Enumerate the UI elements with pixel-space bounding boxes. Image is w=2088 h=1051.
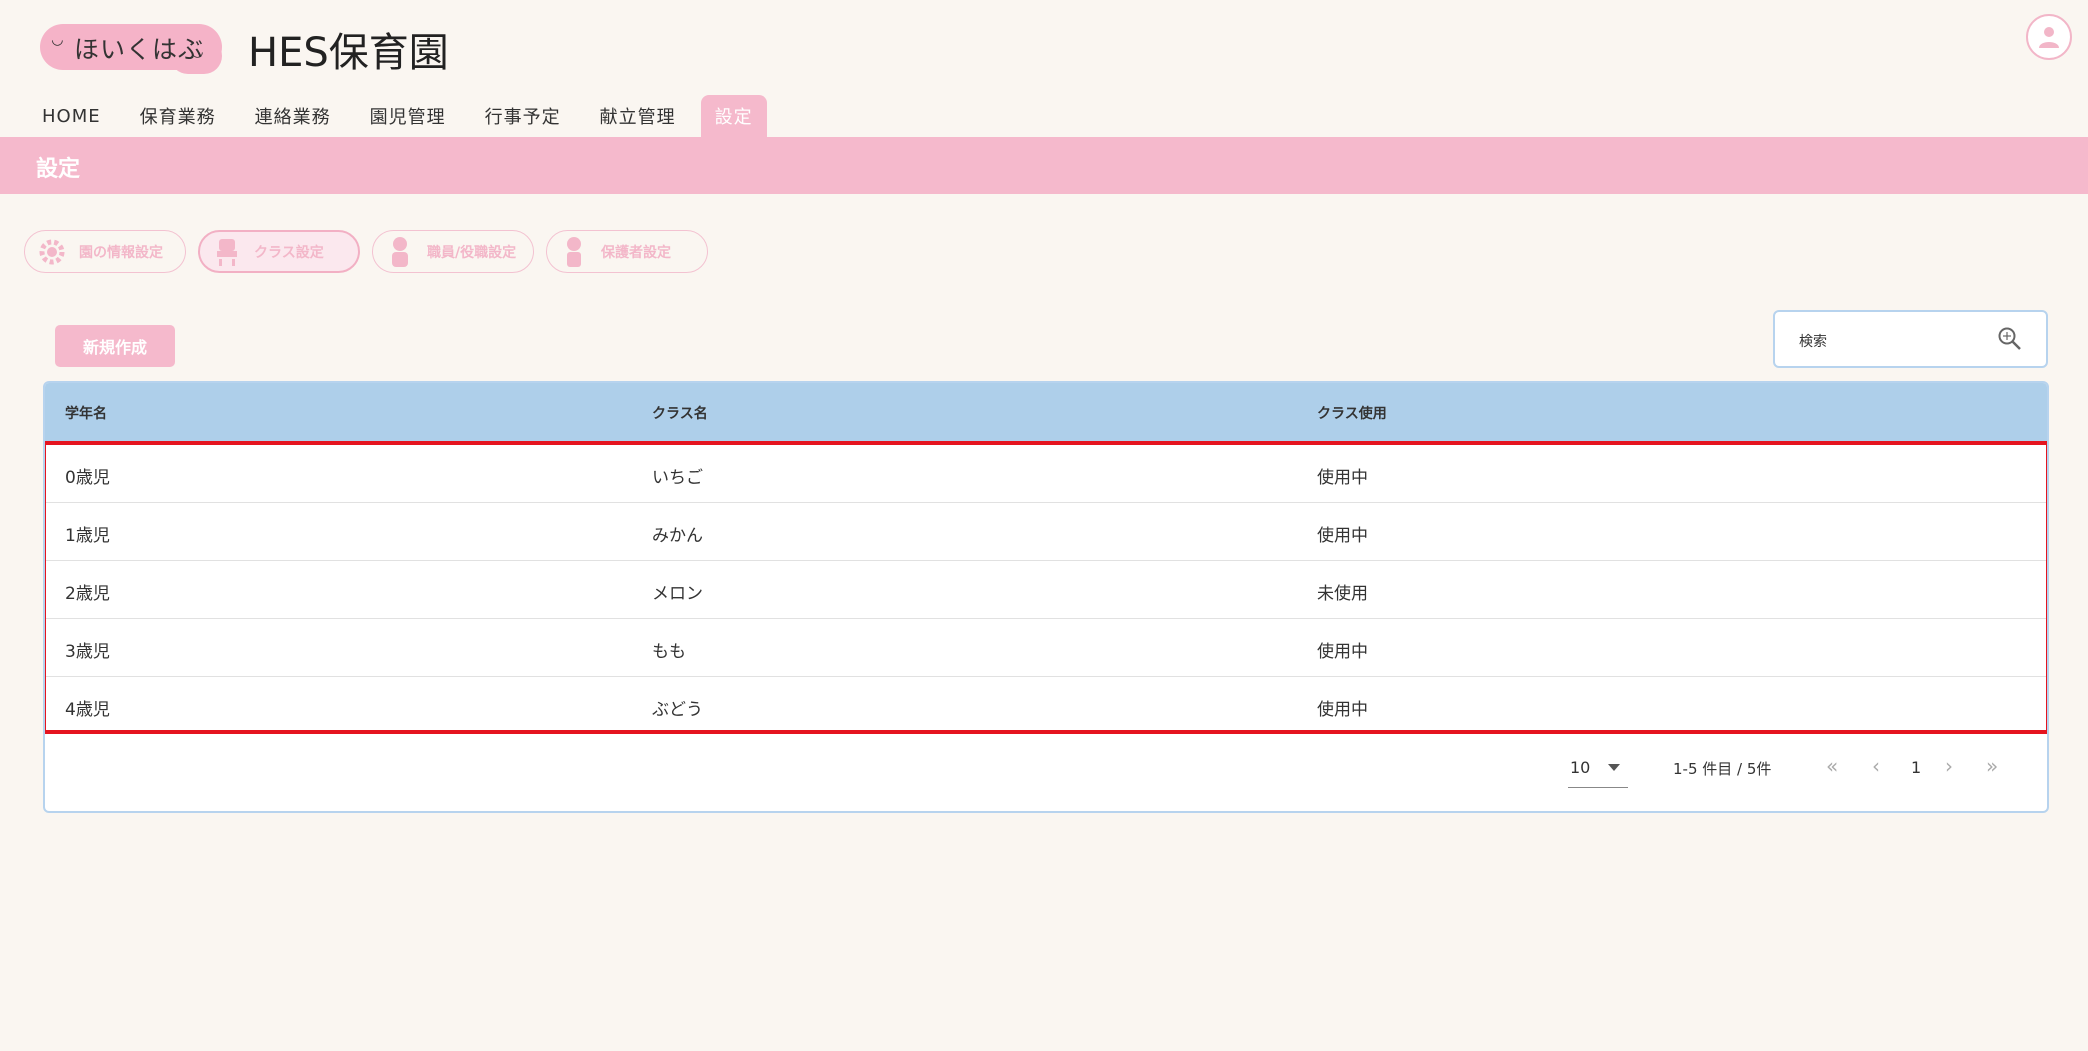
logo[interactable]: ◡ ほいくはぶ ◡ bbox=[40, 24, 222, 74]
nav-item-menu[interactable]: 献立管理 bbox=[586, 95, 690, 137]
column-header[interactable]: クラス使用 bbox=[1317, 403, 1387, 423]
user-icon bbox=[2039, 27, 2059, 48]
staff-icon bbox=[387, 236, 413, 267]
main-nav: HOME 保育業務 連絡業務 園児管理 行事予定 献立管理 設定 bbox=[28, 95, 778, 137]
page-range-text: 1-5 件目 / 5件 bbox=[1673, 760, 1772, 778]
grade-cell: 3歳児 bbox=[65, 642, 110, 662]
class-name-cell: みかん bbox=[652, 526, 703, 546]
table-row[interactable]: 4歳児 ぶどう 使用中 bbox=[46, 677, 2046, 735]
next-page-icon[interactable]: › bbox=[1945, 754, 1953, 778]
usage-cell: 使用中 bbox=[1317, 700, 1368, 720]
grade-cell: 0歳児 bbox=[65, 468, 110, 488]
table-row[interactable]: 3歳児 もも 使用中 bbox=[46, 619, 2046, 677]
table-header: 学年名 クラス名 クラス使用 bbox=[45, 383, 2047, 441]
tab-class[interactable]: クラス設定 bbox=[198, 230, 360, 273]
guardian-icon bbox=[561, 236, 587, 267]
tab-label: クラス設定 bbox=[254, 244, 324, 261]
current-page[interactable]: 1 bbox=[1911, 758, 1921, 777]
class-name-cell: メロン bbox=[652, 584, 703, 604]
search-placeholder: 検索 bbox=[1799, 334, 1827, 350]
usage-cell: 使用中 bbox=[1317, 642, 1368, 662]
app-header: ◡ ほいくはぶ ◡ HES保育園 bbox=[0, 0, 2088, 95]
search-icon[interactable] bbox=[1997, 326, 2023, 356]
page-title-bar: 設定 bbox=[0, 137, 2088, 194]
column-header[interactable]: クラス名 bbox=[652, 403, 708, 423]
smile-icon: ◡ bbox=[192, 44, 203, 60]
settings-tabs: 園の情報設定 クラス設定 職員/役職設定 保護者設定 bbox=[24, 230, 720, 273]
table-row[interactable]: 0歳児 いちご 使用中 bbox=[46, 445, 2046, 503]
grade-cell: 2歳児 bbox=[65, 584, 110, 604]
grade-cell: 4歳児 bbox=[65, 700, 110, 720]
table-row[interactable]: 1歳児 みかん 使用中 bbox=[46, 503, 2046, 561]
nav-item-events[interactable]: 行事予定 bbox=[471, 95, 575, 137]
rows-per-page-select[interactable]: 10 bbox=[1568, 748, 1628, 788]
tab-label: 園の情報設定 bbox=[79, 244, 163, 261]
class-icon bbox=[214, 237, 240, 267]
class-name-cell: いちご bbox=[652, 468, 703, 488]
tab-staff[interactable]: 職員/役職設定 bbox=[372, 230, 534, 273]
nav-item-home[interactable]: HOME bbox=[28, 95, 115, 137]
column-header[interactable]: 学年名 bbox=[65, 403, 107, 423]
table-body-highlight: 0歳児 いちご 使用中 1歳児 みかん 使用中 2歳児 メロン 未使用 3歳児 … bbox=[45, 441, 2047, 735]
class-name-cell: ぶどう bbox=[652, 700, 703, 720]
caret-down-icon bbox=[1608, 764, 1620, 771]
class-name-cell: もも bbox=[652, 642, 686, 662]
nav-item-childcare[interactable]: 保育業務 bbox=[126, 95, 230, 137]
gear-icon bbox=[39, 237, 65, 267]
tab-label: 保護者設定 bbox=[601, 244, 671, 261]
search-input[interactable]: 検索 bbox=[1773, 310, 2048, 368]
usage-cell: 使用中 bbox=[1317, 468, 1368, 488]
page-title: 設定 bbox=[36, 157, 81, 182]
tab-label: 職員/役職設定 bbox=[427, 244, 517, 261]
tab-school-info[interactable]: 園の情報設定 bbox=[24, 230, 186, 273]
grade-cell: 1歳児 bbox=[65, 526, 110, 546]
tab-guardian[interactable]: 保護者設定 bbox=[546, 230, 708, 273]
logo-text: ほいくはぶ bbox=[74, 35, 205, 64]
site-title: HES保育園 bbox=[248, 30, 449, 76]
nav-item-communication[interactable]: 連絡業務 bbox=[241, 95, 345, 137]
first-page-icon[interactable]: « bbox=[1826, 754, 1838, 778]
create-new-button[interactable]: 新規作成 bbox=[55, 325, 175, 367]
table-row[interactable]: 2歳児 メロン 未使用 bbox=[46, 561, 2046, 619]
smile-icon: ◡ bbox=[52, 32, 63, 48]
class-table: 学年名 クラス名 クラス使用 0歳児 いちご 使用中 1歳児 みかん 使用中 2… bbox=[43, 381, 2049, 813]
nav-item-settings[interactable]: 設定 bbox=[700, 95, 767, 137]
usage-cell: 未使用 bbox=[1317, 584, 1368, 604]
nav-item-children[interactable]: 園児管理 bbox=[356, 95, 460, 137]
user-avatar-button[interactable] bbox=[2026, 14, 2072, 60]
prev-page-icon[interactable]: ‹ bbox=[1872, 754, 1880, 778]
last-page-icon[interactable]: » bbox=[1986, 754, 1998, 778]
usage-cell: 使用中 bbox=[1317, 526, 1368, 546]
rows-per-page-value: 10 bbox=[1570, 758, 1591, 777]
